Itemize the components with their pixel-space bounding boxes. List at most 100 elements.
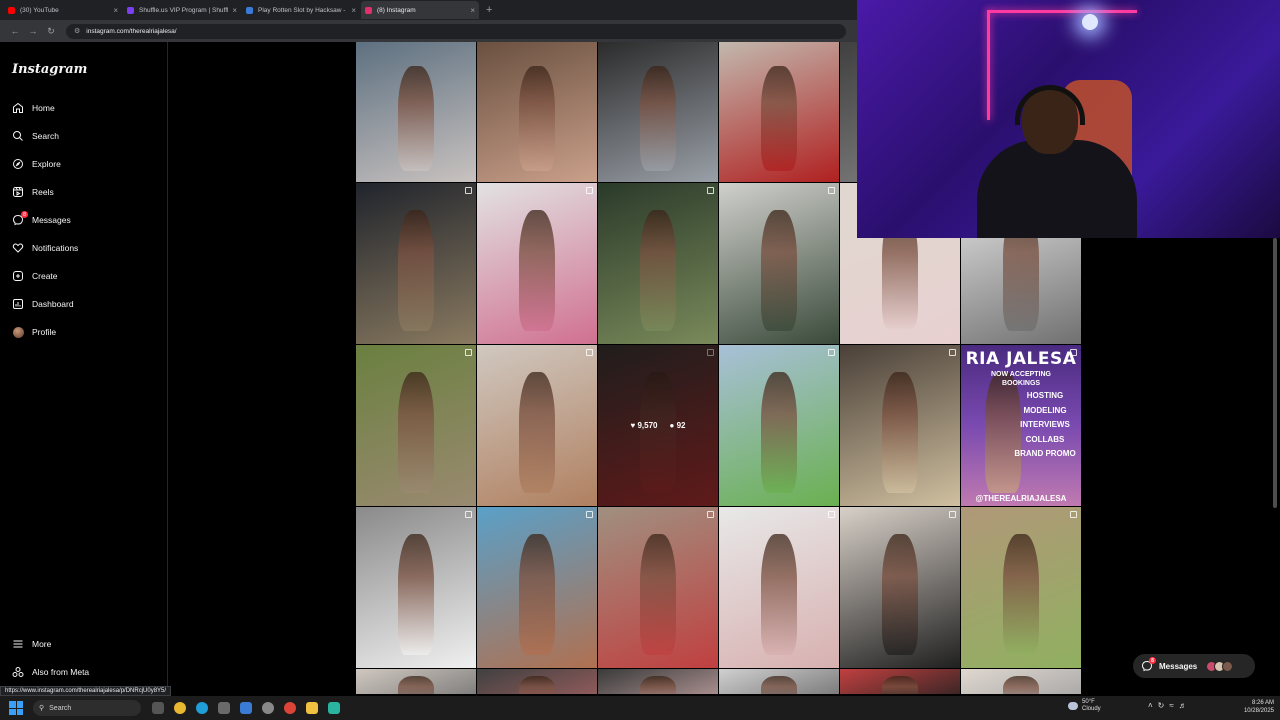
start-button[interactable] <box>9 701 23 715</box>
messenger-icon: 8 <box>1141 657 1156 672</box>
sidebar-item-more[interactable]: More <box>12 634 51 654</box>
post-thumbnail[interactable] <box>961 507 1081 668</box>
search-icon: ⚲ <box>39 705 45 712</box>
taskbar-search-label: Search <box>49 704 72 712</box>
sidebar-item-create[interactable]: Create <box>12 266 58 286</box>
carousel-icon <box>465 511 472 518</box>
post-thumbnail[interactable] <box>961 669 1081 694</box>
post-thumbnail[interactable] <box>598 507 718 668</box>
dashboard-icon <box>12 298 24 310</box>
sidebar-item-label: Search <box>32 131 59 141</box>
post-thumbnail[interactable] <box>477 42 597 182</box>
close-icon[interactable]: × <box>470 6 475 15</box>
sidebar-item-reels[interactable]: Reels <box>12 182 54 202</box>
post-thumbnail[interactable] <box>719 669 839 694</box>
page-scrollbar[interactable] <box>1272 238 1278 694</box>
browser-tab[interactable]: Shuffle.us VIP Program | Shuffl… × <box>123 1 241 19</box>
post-thumbnail[interactable] <box>477 507 597 668</box>
site-info-icon[interactable]: ⚙ <box>74 27 80 35</box>
post-thumbnail[interactable] <box>356 669 476 694</box>
post-thumbnail[interactable] <box>598 42 718 182</box>
taskbar-search-box[interactable]: ⚲ Search <box>33 700 141 716</box>
post-thumbnail[interactable] <box>719 507 839 668</box>
sidebar-item-dashboard[interactable]: Dashboard <box>12 294 74 314</box>
post-thumbnail[interactable] <box>719 42 839 182</box>
browser-tab[interactable]: (8) Instagram × <box>361 1 479 19</box>
carousel-icon <box>707 511 714 518</box>
volume-icon[interactable]: ♬ <box>1179 701 1187 710</box>
post-thumbnail[interactable] <box>719 183 839 344</box>
messenger-icon: 8 <box>12 211 28 226</box>
sidebar-item-home[interactable]: Home <box>12 98 55 118</box>
post-thumbnail[interactable] <box>477 669 597 694</box>
recent-avatars <box>1206 660 1234 672</box>
sidebar-item-profile[interactable]: Profile <box>12 322 56 342</box>
sidebar-item-search[interactable]: Search <box>12 126 59 146</box>
post-thumbnail[interactable] <box>840 345 960 506</box>
browser-tab[interactable]: (30) YouTube × <box>4 1 122 19</box>
messages-pill-button[interactable]: 8 Messages <box>1133 654 1255 678</box>
reload-icon[interactable]: ↻ <box>42 26 60 37</box>
file-explorer-icon[interactable] <box>303 699 321 717</box>
app-icon[interactable] <box>215 699 233 717</box>
taskbar-weather[interactable]: 50°F Cloudy <box>1068 699 1101 713</box>
close-icon[interactable]: × <box>113 6 118 15</box>
tab-favicon-icon <box>8 6 15 14</box>
post-thumbnail[interactable] <box>840 669 960 694</box>
obs-icon[interactable] <box>325 699 343 717</box>
scrollbar-thumb[interactable] <box>1273 238 1277 508</box>
close-icon[interactable]: × <box>232 6 237 15</box>
post-photo-subject <box>882 534 918 656</box>
url-input[interactable]: ⚙ instagram.com/therealriajalesa/ <box>66 23 846 39</box>
reels-icon <box>12 186 24 198</box>
tab-title: (30) YouTube <box>20 6 59 14</box>
post-photo-subject <box>761 210 797 332</box>
post-thumbnail[interactable]: RIA JALESA NOW ACCEPTING BOOKINGS HOSTING MO… <box>961 345 1081 506</box>
post-photo-subject <box>640 65 676 171</box>
post-thumbnail[interactable] <box>356 183 476 344</box>
plus-icon[interactable]: + <box>486 4 492 16</box>
chrome-active-icon[interactable] <box>281 699 299 717</box>
chevron-up-icon[interactable]: ˄ <box>1148 701 1153 710</box>
tab-title: (8) Instagram <box>377 6 416 14</box>
post-thumbnail[interactable] <box>356 345 476 506</box>
post-thumbnail[interactable] <box>477 183 597 344</box>
windows-taskbar: ⚲ Search 50°F Cloudy ˄ ↻ ≈ ♬ 8:26 AM 10/… <box>0 696 1280 720</box>
post-photo-subject <box>398 210 434 332</box>
back-icon[interactable]: ← <box>6 26 24 36</box>
edge-icon[interactable] <box>193 699 211 717</box>
clock-date: 10/28/2025 <box>1243 708 1274 714</box>
post-thumbnail[interactable] <box>598 183 718 344</box>
post-thumbnail[interactable] <box>719 345 839 506</box>
post-thumbnail[interactable] <box>477 345 597 506</box>
forward-icon[interactable]: → <box>24 26 42 36</box>
browser-tab[interactable]: Play Rotten Slot by Hacksaw - … × <box>242 1 360 19</box>
tab-title: Shuffle.us VIP Program | Shuffl… <box>139 6 230 14</box>
sidebar-item-label: Dashboard <box>32 299 74 309</box>
sidebar-item-explore[interactable]: Explore <box>12 154 61 174</box>
taskbar-clock[interactable]: 8:26 AM 10/28/2025 <box>1236 699 1274 715</box>
sidebar-item-notifications[interactable]: Notifications <box>12 238 78 258</box>
sidebar-item-label: Messages <box>32 215 71 225</box>
chrome-icon[interactable] <box>171 699 189 717</box>
instagram-logo[interactable]: Instagram <box>12 62 87 77</box>
post-thumbnail[interactable] <box>356 507 476 668</box>
store-icon[interactable] <box>237 699 255 717</box>
sidebar-item-also-from-meta[interactable]: Also from Meta <box>12 662 89 682</box>
post-thumbnail[interactable] <box>356 42 476 182</box>
sidebar-item-messages[interactable]: 8 Messages <box>12 210 71 230</box>
likes-stat: ♥ 9,570 <box>631 421 658 430</box>
post-thumbnail[interactable] <box>840 507 960 668</box>
task-view-icon[interactable] <box>149 699 167 717</box>
post-thumbnail[interactable] <box>598 669 718 694</box>
tab-title: Play Rotten Slot by Hacksaw - … <box>258 6 349 14</box>
sidebar-item-label: Explore <box>32 159 61 169</box>
post-photo-subject <box>398 675 434 694</box>
close-icon[interactable]: × <box>351 6 356 15</box>
weather-desc: Cloudy <box>1082 706 1101 712</box>
settings-icon[interactable] <box>259 699 277 717</box>
carousel-icon <box>586 511 593 518</box>
post-thumbnail[interactable]: ♥ 9,570 ● 92 <box>598 345 718 506</box>
wifi-icon[interactable]: ≈ <box>1169 701 1173 710</box>
sync-icon[interactable]: ↻ <box>1158 701 1165 710</box>
